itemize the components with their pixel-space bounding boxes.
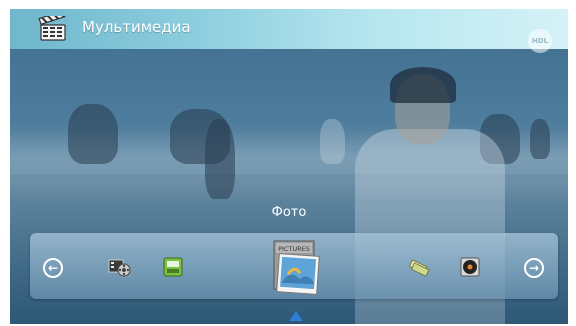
carousel-next-button[interactable]: →: [524, 258, 544, 278]
pictures-label: PICTURES: [278, 245, 310, 253]
film-camera-icon: [108, 259, 131, 277]
carousel-item-music[interactable]: [460, 257, 480, 277]
carousel-item-pictures[interactable]: PICTURES: [270, 239, 322, 295]
vinyl-record-icon: [460, 257, 480, 277]
header-bar: Мультимедиа HDL: [10, 9, 568, 53]
carousel-item-sd-card[interactable]: [163, 257, 183, 277]
page-title: Мультимедиа: [82, 18, 191, 36]
carousel-item-video[interactable]: [108, 257, 132, 277]
carousel-prev-button[interactable]: ←: [43, 258, 63, 278]
memory-card-icon: [163, 257, 183, 277]
hdl-badge: HDL: [528, 29, 552, 53]
arrow-left-icon: ←: [47, 261, 59, 275]
tickets-icon: [408, 259, 430, 277]
selected-item-caption: Фото: [271, 205, 307, 220]
carousel-item-tickets[interactable]: [408, 259, 430, 277]
arrow-right-icon: →: [528, 261, 540, 275]
tv-screen: Мультимедиа HDL Фото ← PICTURES →: [10, 9, 568, 324]
page-indicator-arrow: [289, 311, 303, 321]
media-carousel: ← PICTURES →: [30, 233, 558, 299]
pictures-folder-icon: PICTURES: [273, 240, 320, 295]
clapperboard-icon: [38, 10, 68, 42]
